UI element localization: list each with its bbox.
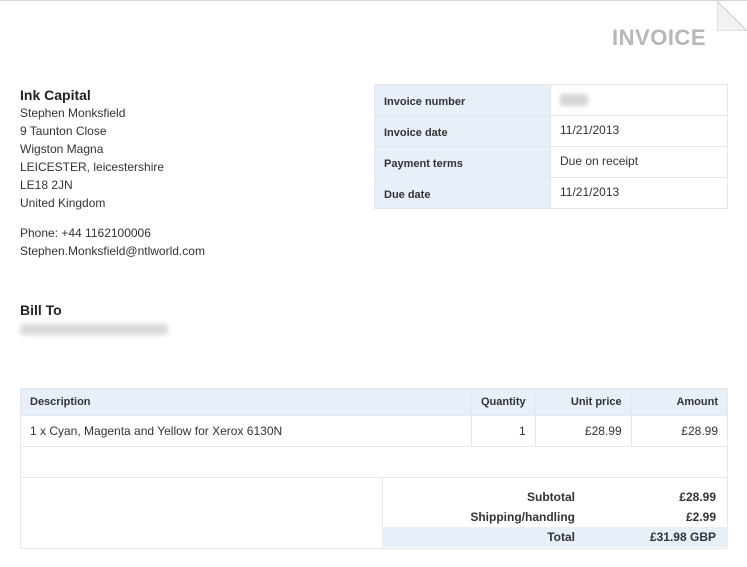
redacted-bill-to-email	[20, 324, 168, 335]
item-amount: £28.99	[630, 415, 729, 447]
shipping-value: £2.99	[685, 510, 716, 524]
column-header-amount: Amount	[630, 388, 729, 416]
shipping-label: Shipping/handling	[470, 510, 575, 524]
column-header-unit-price: Unit price	[534, 388, 632, 416]
seller-contact-name: Stephen Monksfield	[20, 106, 126, 120]
total-label: Total	[547, 530, 575, 544]
meta-row: Invoice date 11/21/2013	[374, 115, 728, 147]
bill-to-heading: Bill To	[20, 302, 62, 318]
meta-label: Invoice number	[374, 84, 551, 116]
subtotal-value: £28.99	[679, 490, 716, 504]
empty-row	[20, 446, 728, 478]
meta-row: Invoice number	[374, 84, 728, 116]
line-items-table: Description Quantity Unit price Amount 1…	[20, 388, 729, 478]
total-value: £31.98 GBP	[649, 530, 716, 544]
item-quantity: 1	[471, 415, 536, 447]
seller-email: Stephen.Monksfield@ntlworld.com	[20, 244, 205, 258]
seller-address-line: 9 Taunton Close	[20, 124, 107, 138]
meta-row: Payment terms Due on receipt	[374, 146, 728, 178]
item-unit-price: £28.99	[534, 415, 632, 447]
totals-section: Subtotal £28.99 Shipping/handling £2.99 …	[20, 477, 728, 549]
table-header-row: Description Quantity Unit price Amount	[20, 388, 729, 416]
meta-label: Payment terms	[374, 146, 551, 178]
seller-info: Ink Capital Stephen Monksfield 9 Taunton…	[20, 86, 350, 260]
bill-to-section: Bill To	[20, 302, 168, 335]
redacted-invoice-number	[560, 93, 588, 106]
invoice-meta-table: Invoice number Invoice date 11/21/2013 P…	[374, 84, 728, 209]
invoice-title: INVOICE	[612, 25, 706, 50]
total-row: Total £31.98 GBP	[382, 527, 728, 547]
column-header-description: Description	[20, 388, 472, 416]
shipping-row: Shipping/handling £2.99	[382, 507, 728, 527]
seller-phone: Phone: +44 1162100006	[20, 226, 151, 240]
invoice-page: INVOICE Ink Capital Stephen Monksfield 9…	[0, 0, 747, 567]
subtotal-row: Subtotal £28.99	[382, 487, 728, 507]
meta-value: Due on receipt	[550, 146, 728, 178]
meta-label: Due date	[374, 177, 551, 209]
meta-value: 11/21/2013	[550, 115, 728, 147]
seller-address-line: United Kingdom	[20, 196, 106, 210]
meta-label: Invoice date	[374, 115, 551, 147]
seller-address-line: LE18 2JN	[20, 178, 73, 192]
seller-name: Ink Capital	[20, 87, 91, 103]
meta-row: Due date 11/21/2013	[374, 177, 728, 209]
subtotal-label: Subtotal	[527, 490, 575, 504]
invoice-number-value	[550, 84, 728, 116]
column-header-quantity: Quantity	[471, 388, 536, 416]
page-fold-corner-icon	[717, 1, 747, 31]
item-description: 1 x Cyan, Magenta and Yellow for Xerox 6…	[20, 415, 472, 447]
seller-address-line: LEICESTER, leicestershire	[20, 160, 165, 174]
table-row: 1 x Cyan, Magenta and Yellow for Xerox 6…	[20, 415, 729, 447]
seller-address-line: Wigston Magna	[20, 142, 104, 156]
meta-value: 11/21/2013	[550, 177, 728, 209]
